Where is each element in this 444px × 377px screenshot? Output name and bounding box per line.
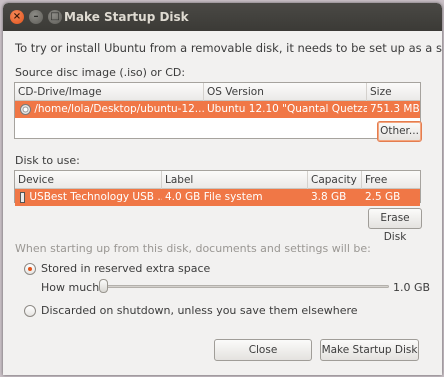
how-much-slider-track[interactable] xyxy=(99,285,389,288)
disk-label-cell: 4.0 GB File system xyxy=(165,191,263,203)
disk-device-cell: USBest Technology USB ... xyxy=(17,189,162,206)
usb-drive-icon xyxy=(20,191,25,203)
stored-radio[interactable] xyxy=(24,263,36,275)
column-free-space[interactable]: Free Space xyxy=(362,171,420,204)
source-image-cell: /home/lola/Desktop/ubuntu-12.... xyxy=(17,101,204,118)
stored-radio-label[interactable]: Stored in reserved extra space xyxy=(41,262,210,275)
column-capacity[interactable]: Capacity xyxy=(308,171,362,189)
erase-disk-button[interactable]: Erase Disk xyxy=(368,208,422,243)
make-startup-disk-button[interactable]: Make Startup Disk xyxy=(320,339,419,361)
source-image-path: /home/lola/Desktop/ubuntu-12.... xyxy=(34,103,204,115)
dialog-content: To try or install Ubuntu from a removabl… xyxy=(3,31,442,375)
how-much-label: How much: xyxy=(41,281,103,294)
window-close-button[interactable]: × xyxy=(10,10,24,24)
how-much-value: 1.0 GB xyxy=(393,281,431,294)
discard-radio-label[interactable]: Discarded on shutdown, unless you save t… xyxy=(41,304,358,317)
options-heading: When starting up from this disk, documen… xyxy=(15,242,371,255)
disk-free-space-cell: 2.5 GB xyxy=(365,191,401,203)
title-bar: × – □ Make Startup Disk xyxy=(3,3,442,31)
disk-label: Disk to use: xyxy=(15,154,80,167)
column-cd-drive-image[interactable]: CD-Drive/Image xyxy=(15,83,204,101)
intro-text: To try or install Ubuntu from a removabl… xyxy=(15,41,442,55)
disk-device-name: USBest Technology USB ... xyxy=(29,191,162,203)
how-much-slider-handle[interactable] xyxy=(99,279,108,293)
source-table-header: CD-Drive/Image OS Version Size xyxy=(15,83,420,101)
source-size-cell: 751.3 MB xyxy=(370,103,420,115)
cd-icon xyxy=(20,103,31,115)
column-os-version[interactable]: OS Version xyxy=(204,83,367,101)
source-label: Source disc image (.iso) or CD: xyxy=(15,66,186,79)
window-title: Make Startup Disk xyxy=(64,10,189,24)
source-os-version-cell: Ubuntu 12.10 "Quantal Quetzal... xyxy=(207,103,367,115)
discard-radio[interactable] xyxy=(24,305,36,317)
other-button[interactable]: Other... xyxy=(377,121,422,142)
window-minimize-button[interactable]: – xyxy=(29,10,43,24)
make-startup-disk-window: × – □ Make Startup Disk To try or instal… xyxy=(3,3,442,375)
source-row-selected[interactable]: /home/lola/Desktop/ubuntu-12.... Ubuntu … xyxy=(15,101,420,118)
window-maximize-button[interactable]: □ xyxy=(48,10,62,24)
disk-table-header: Device Label Capacity Free Space xyxy=(15,171,420,204)
source-table[interactable]: CD-Drive/Image OS Version Size /home/lol… xyxy=(14,82,421,139)
disk-row-selected[interactable]: USBest Technology USB ... 4.0 GB File sy… xyxy=(15,189,420,206)
column-device[interactable]: Device xyxy=(15,171,162,189)
column-size[interactable]: Size xyxy=(367,83,420,101)
column-label[interactable]: Label xyxy=(162,171,308,189)
disk-table[interactable]: Device Label Capacity Free Space USBest … xyxy=(14,170,421,206)
close-button[interactable]: Close xyxy=(214,339,312,361)
disk-capacity-cell: 3.8 GB xyxy=(311,191,347,203)
